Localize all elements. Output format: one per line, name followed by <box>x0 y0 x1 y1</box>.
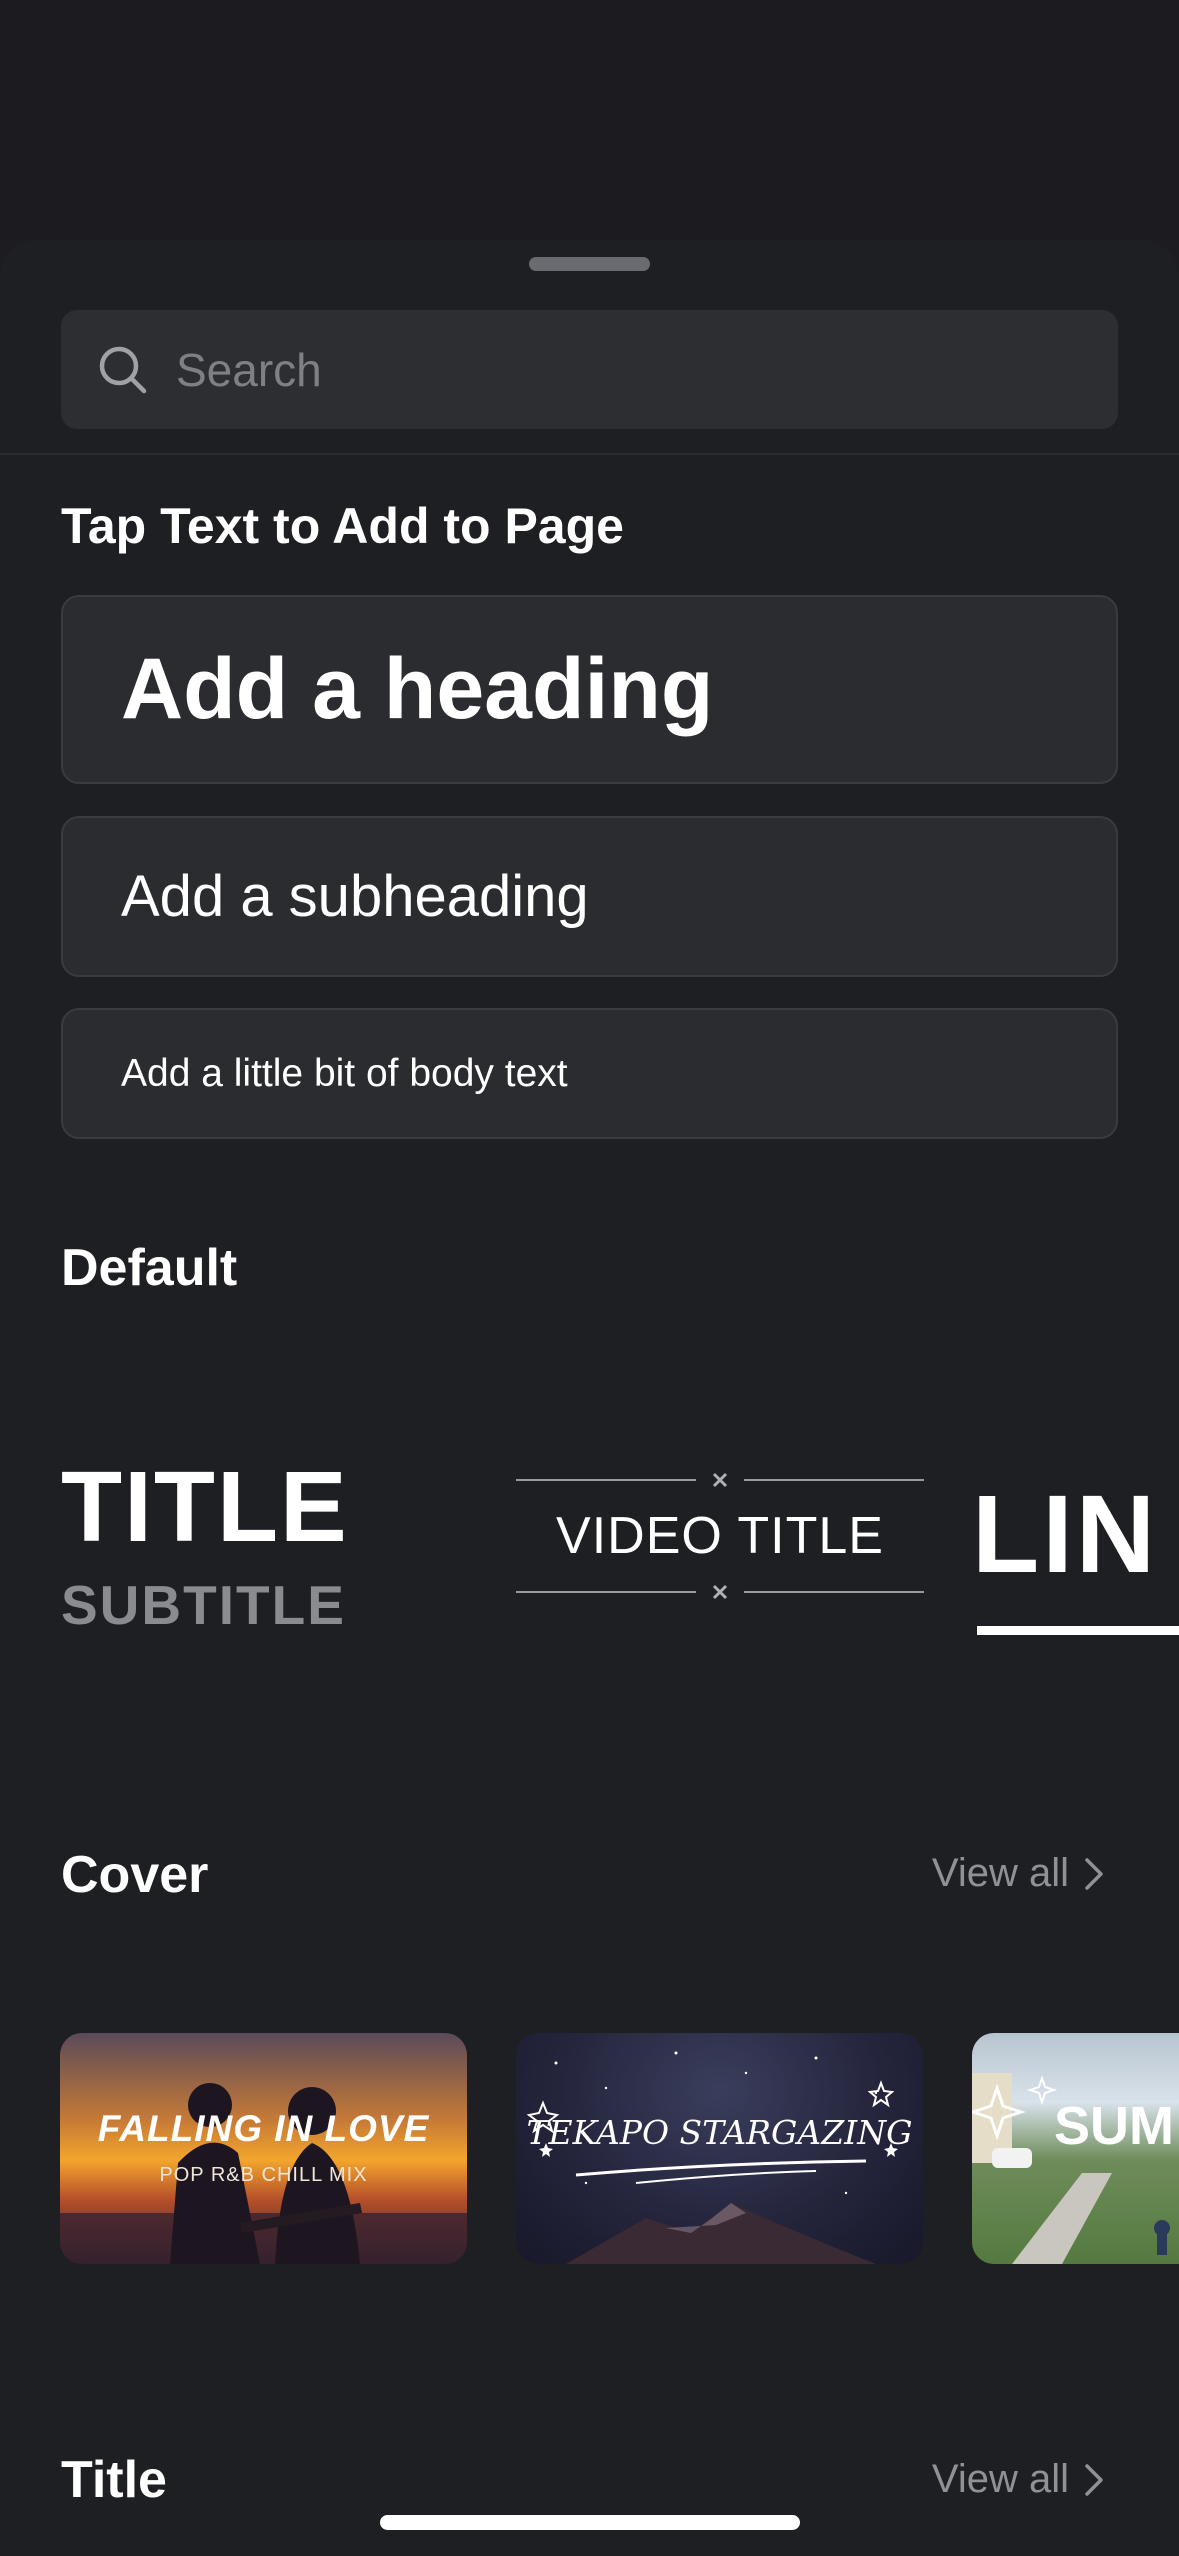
text-bottom-sheet: Tap Text to Add to Page Add a heading Ad… <box>0 240 1179 2556</box>
cover-1-title: FALLING IN LOVE <box>97 2108 430 2149</box>
cover-1-subtitle: POP R&B CHILL MIX <box>159 2164 368 2186</box>
add-body-text-label: Add a little bit of body text <box>121 1051 568 1095</box>
line-style-label: LIN <box>972 1473 1159 1596</box>
cover-3-title: SUM <box>1054 2096 1174 2156</box>
add-heading-label: Add a heading <box>121 641 714 737</box>
title-view-all-link[interactable]: View all <box>932 2457 1105 2502</box>
search-bar[interactable] <box>61 310 1118 429</box>
line-style-underline <box>977 1626 1179 1635</box>
default-video-title-style[interactable]: VIDEO TITLE <box>516 1470 924 1600</box>
cover-template-falling-in-love[interactable]: FALLING IN LOVE POP R&B CHILL MIX <box>60 2033 467 2264</box>
title-style-title: TITLE <box>61 1451 349 1563</box>
sheet-grabber[interactable] <box>529 257 650 271</box>
divider <box>0 453 1179 455</box>
default-section-title: Default <box>61 1239 238 1297</box>
chevron-right-icon <box>1085 2463 1103 2496</box>
cover-view-all-link[interactable]: View all <box>932 1851 1105 1896</box>
home-indicator[interactable] <box>380 2515 800 2530</box>
video-title-label: VIDEO TITLE <box>556 1507 884 1565</box>
add-body-text-button[interactable]: Add a little bit of body text <box>61 1008 1118 1139</box>
tap-text-section-title: Tap Text to Add to Page <box>61 498 624 554</box>
add-heading-button[interactable]: Add a heading <box>61 595 1118 784</box>
dimmed-background[interactable] <box>0 0 1179 240</box>
search-input[interactable] <box>176 310 1076 429</box>
cover-2-title: TEKAPO STARGAZING <box>526 2113 913 2152</box>
cover-view-all-label: View all <box>931 1851 1069 1895</box>
cover-section-title: Cover <box>61 1846 209 1904</box>
add-subheading-button[interactable]: Add a subheading <box>61 816 1118 977</box>
cover-template-tekapo-stargazing[interactable]: TEKAPO STARGAZING <box>516 2033 923 2264</box>
add-subheading-label: Add a subheading <box>121 864 589 929</box>
chevron-right-icon <box>1085 1857 1103 1890</box>
title-view-all-label: View all <box>931 2457 1069 2501</box>
title-section-title: Title <box>61 2451 167 2509</box>
cover-template-summer[interactable]: SUM <box>972 2033 1179 2264</box>
search-icon <box>99 346 147 394</box>
title-style-subtitle: SUBTITLE <box>61 1574 346 1636</box>
